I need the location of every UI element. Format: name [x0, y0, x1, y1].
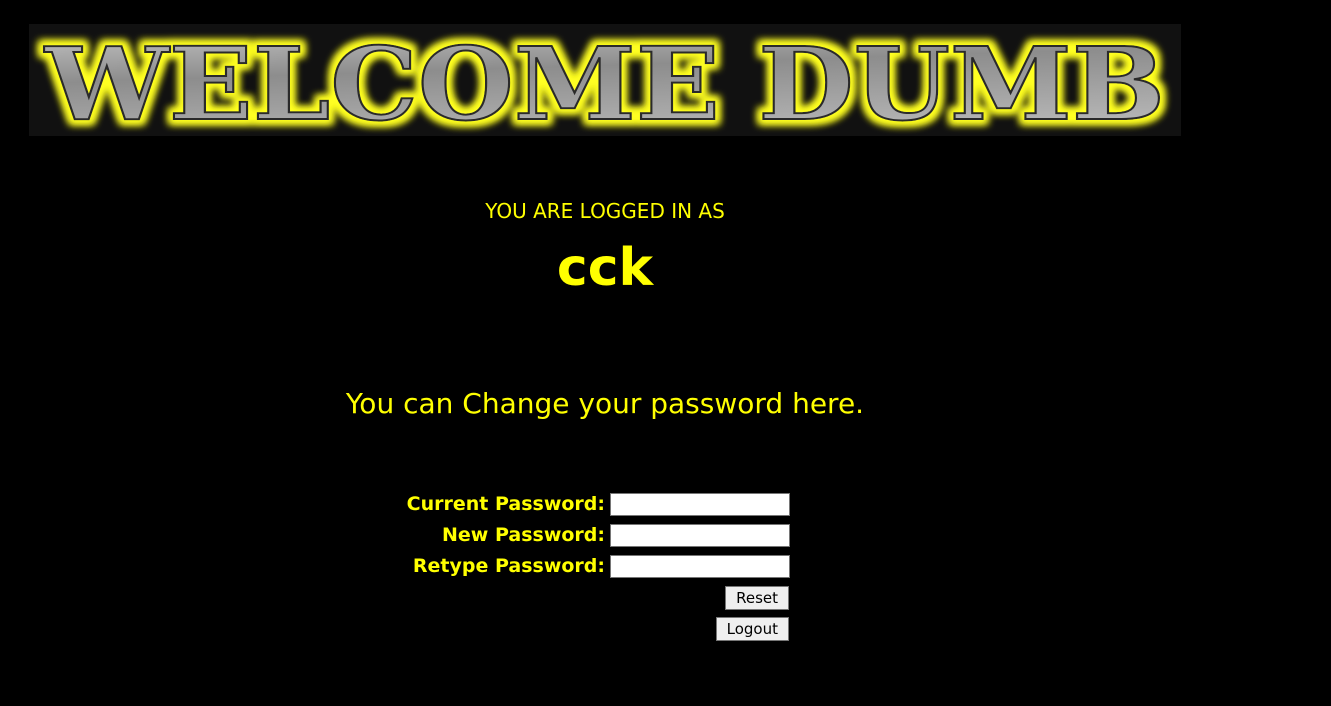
logout-button[interactable]: Logout [715, 617, 789, 641]
new-password-row: New Password: [380, 522, 790, 548]
logout-row: Logout [715, 617, 789, 641]
current-password-input[interactable] [610, 492, 790, 516]
current-password-row: Current Password: [380, 491, 790, 517]
current-password-label: Current Password: [406, 493, 605, 515]
reset-button[interactable]: Reset [725, 586, 789, 610]
page: WELCOME DUMB YOU ARE LOGGED IN AS cck Yo… [0, 0, 1331, 706]
reset-row: Reset [725, 586, 789, 610]
change-password-heading: You can Change your password here. [345, 387, 865, 420]
retype-password-label: Retype Password: [412, 555, 605, 577]
banner-title: WELCOME DUMB [44, 25, 1165, 136]
username-display: cck [556, 238, 654, 298]
retype-password-input[interactable] [610, 554, 790, 578]
welcome-banner: WELCOME DUMB [29, 24, 1181, 136]
new-password-input[interactable] [610, 523, 790, 547]
new-password-label: New Password: [442, 524, 605, 546]
retype-password-row: Retype Password: [380, 553, 790, 579]
banner-logo: WELCOME DUMB [43, 24, 1166, 136]
logged-in-label: YOU ARE LOGGED IN AS [485, 199, 725, 223]
